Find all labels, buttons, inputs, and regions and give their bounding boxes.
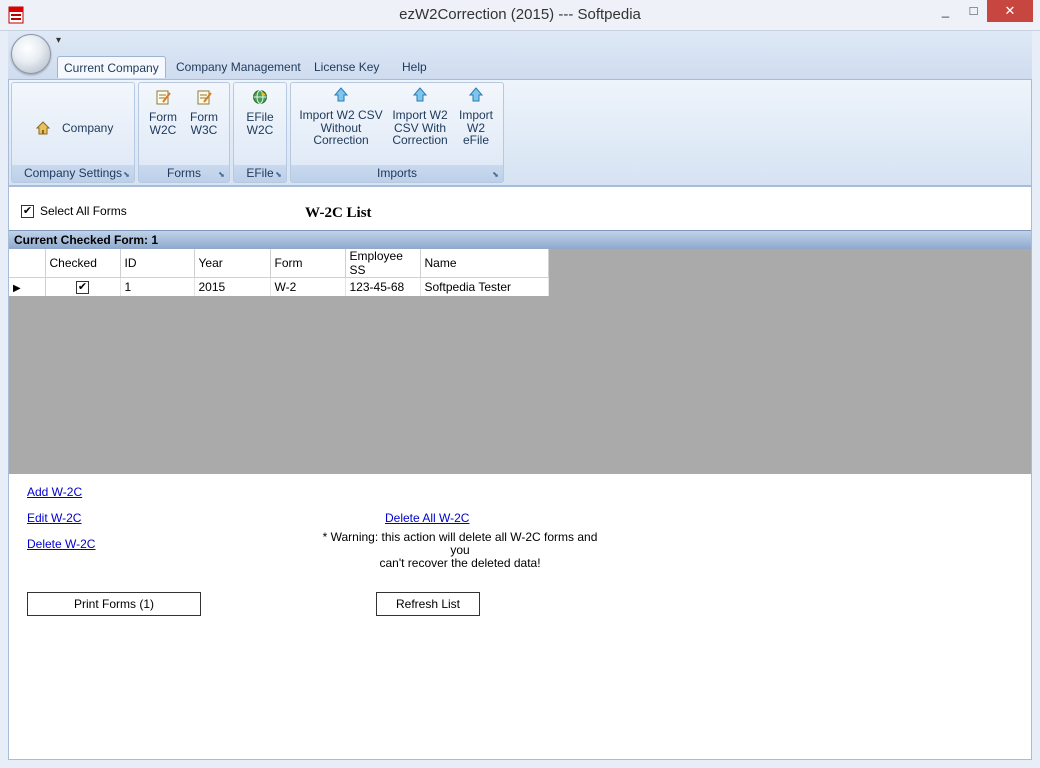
table-header-row: Checked ID Year Form Employee SS Name: [9, 249, 549, 278]
column-header-form[interactable]: Form: [270, 249, 346, 278]
form-w2c-line2: W2C: [149, 122, 177, 137]
form-edit-icon: [156, 90, 171, 105]
group-label-imports: Imports ⬊: [291, 165, 503, 182]
forms-label: Forms: [167, 166, 201, 180]
row-selector[interactable]: ▶: [9, 277, 46, 296]
w2c-grid[interactable]: Checked ID Year Form Employee SS Name ▶ …: [9, 249, 1031, 474]
column-header-name[interactable]: Name: [420, 249, 549, 278]
close-button[interactable]: ✕: [987, 0, 1033, 22]
row-checkbox[interactable]: ✔: [76, 280, 89, 294]
cell-checked[interactable]: ✔: [45, 277, 121, 296]
dialog-launcher-icon[interactable]: ⬊: [274, 170, 283, 179]
w2c-table: Checked ID Year Form Employee SS Name ▶ …: [9, 249, 549, 296]
form-w3c-line2: W3C: [190, 122, 218, 137]
group-forms: Form W2C Form W3C Forms ⬊: [138, 82, 230, 183]
add-w2c-link[interactable]: Add W-2C: [27, 485, 82, 499]
import-efile-line1: Import: [458, 108, 493, 122]
form-w2c-line1: Form: [149, 110, 177, 124]
print-forms-button[interactable]: Print Forms (1): [27, 592, 201, 616]
cell-year: 2015: [194, 277, 271, 296]
group-efile: EFile W2C EFile ⬊: [233, 82, 287, 183]
import-without-line1: Import W2 CSV: [299, 108, 383, 122]
dialog-launcher-icon[interactable]: ⬊: [491, 170, 500, 179]
tab-license-key[interactable]: License Key: [308, 56, 385, 78]
list-title: W-2C List: [305, 205, 372, 221]
application-menu-button[interactable]: [11, 34, 51, 74]
ribbon-panel: Company Company Settings ⬊ Form W2C Form…: [8, 79, 1032, 186]
cell-form: W-2: [270, 277, 346, 296]
maximize-button[interactable]: □: [960, 0, 987, 22]
warning-line-2: can't recover the deleted data!: [379, 556, 541, 570]
import-efile-line3: eFile: [462, 133, 489, 147]
group-label-forms: Forms ⬊: [139, 165, 229, 182]
import-w2-efile-button[interactable]: Import W2 eFile: [455, 87, 497, 147]
title-bar: ezW2Correction (2015) --- Softpedia _ □ …: [0, 0, 1040, 31]
efile-line1: EFile: [246, 110, 274, 124]
efile-w2c-button[interactable]: EFile W2C: [240, 89, 280, 136]
table-row[interactable]: ▶ ✔ 1 2015 W-2 123-45-68 Softpedia Teste…: [9, 277, 549, 296]
house-icon: [36, 121, 50, 135]
import-with-line3: Correction: [392, 133, 448, 147]
group-company-settings: Company Company Settings ⬊: [11, 82, 135, 183]
tab-current-company[interactable]: Current Company: [57, 56, 166, 78]
dialog-launcher-icon[interactable]: ⬊: [217, 170, 226, 179]
select-all-label: Select All Forms: [40, 204, 127, 218]
group-label-company-settings: Company Settings ⬊: [12, 165, 134, 182]
minimize-button[interactable]: _: [932, 0, 959, 22]
import-csv-without-correction-button[interactable]: Import W2 CSV Without Correction: [297, 87, 385, 147]
up-arrow-icon: [333, 87, 349, 102]
globe-icon: [253, 90, 267, 104]
efile-label: EFile: [246, 166, 274, 180]
cell-name: Softpedia Tester: [420, 277, 549, 296]
form-edit-icon: [197, 90, 212, 105]
row-header-corner: [9, 249, 46, 278]
tab-company-management[interactable]: Company Management: [170, 56, 307, 78]
column-header-employee-ss[interactable]: Employee SS: [345, 249, 421, 278]
dialog-launcher-icon[interactable]: ⬊: [122, 170, 131, 179]
main-content: ✔ Select All Forms W-2C List Current Chec…: [8, 186, 1032, 760]
window-title: ezW2Correction (2015) --- Softpedia: [399, 6, 641, 23]
efile-line2: W2C: [246, 122, 274, 137]
cell-id: 1: [120, 277, 195, 296]
import-without-line3: Correction: [313, 133, 369, 147]
column-header-year[interactable]: Year: [194, 249, 271, 278]
current-row-arrow-icon: ▶: [13, 282, 21, 294]
delete-w2c-link[interactable]: Delete W-2C: [27, 537, 95, 551]
ribbon-tab-strip: ▾ Current Company Company Management Lic…: [8, 31, 1032, 79]
import-csv-with-correction-button[interactable]: Import W2 CSV With Correction: [389, 87, 451, 147]
column-header-checked[interactable]: Checked: [45, 249, 121, 278]
imports-label: Imports: [376, 166, 417, 180]
quick-access-dropdown-icon[interactable]: ▾: [56, 35, 76, 49]
form-w2c-button[interactable]: Form W2C: [145, 89, 181, 136]
tab-help[interactable]: Help: [396, 56, 433, 78]
up-arrow-icon: [468, 87, 484, 102]
group-imports: Import W2 CSV Without Correction Import …: [290, 82, 504, 183]
delete-all-w2c-link[interactable]: Delete All W-2C: [385, 511, 469, 525]
form-w3c-line1: Form: [190, 110, 218, 124]
edit-w2c-link[interactable]: Edit W-2C: [27, 511, 81, 525]
warning-line-1: * Warning: this action will delete all W…: [322, 530, 598, 557]
up-arrow-icon: [412, 87, 428, 102]
cell-employee-ss: 123-45-68: [345, 277, 421, 296]
current-checked-form-caption: Current Checked Form: 1: [9, 230, 1031, 249]
company-button-label: Company: [62, 121, 114, 135]
select-all-forms-checkbox[interactable]: ✔ Select All Forms: [21, 204, 127, 219]
group-label-efile: EFile ⬊: [234, 165, 286, 182]
form-w3c-button[interactable]: Form W3C: [186, 89, 222, 136]
company-settings-label: Company Settings: [23, 166, 123, 180]
delete-warning-text: * Warning: this action will delete all W…: [315, 531, 605, 570]
column-header-id[interactable]: ID: [120, 249, 195, 278]
checkbox-box[interactable]: ✔: [21, 205, 34, 219]
refresh-list-button[interactable]: Refresh List: [376, 592, 480, 616]
import-with-line1: Import W2: [392, 108, 448, 122]
